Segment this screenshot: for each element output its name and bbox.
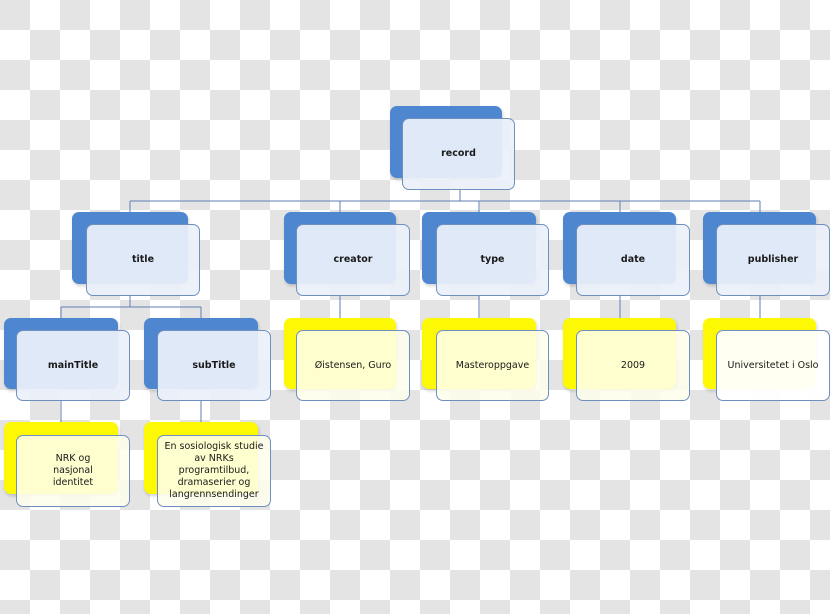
value-text: NRK og nasjonal identitet (16, 435, 130, 507)
value-text: En sosiologisk studie av NRKs programtil… (157, 435, 271, 507)
metadata-hierarchy-diagram: record title creator type date publisher… (0, 0, 830, 614)
value-text: Øistensen, Guro (296, 330, 410, 401)
node-label: mainTitle (16, 330, 130, 401)
node-label: creator (296, 224, 410, 296)
value-text: 2009 (576, 330, 690, 401)
node-label: record (402, 118, 515, 190)
connector-lines (60, 190, 761, 422)
node-label: type (436, 224, 549, 296)
node-label: date (576, 224, 690, 296)
value-text: Universitetet i Oslo (716, 330, 830, 401)
node-label: publisher (716, 224, 830, 296)
value-text: Masteroppgave (436, 330, 549, 401)
node-label: title (86, 224, 200, 296)
node-label: subTitle (157, 330, 271, 401)
